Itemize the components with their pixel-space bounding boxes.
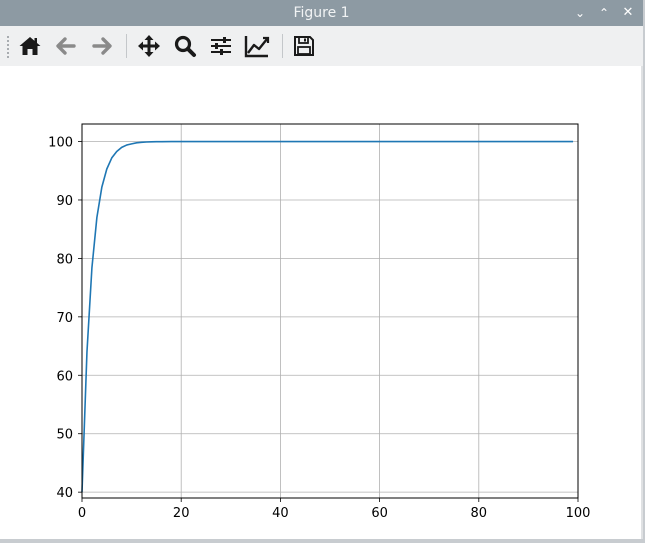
axes-frame [81, 123, 579, 499]
y-tick-label: 70 [56, 311, 73, 326]
forward-button[interactable] [89, 33, 115, 59]
edit-axes-button[interactable] [244, 33, 270, 59]
x-tick-label: 20 [173, 506, 190, 521]
y-tick-label: 40 [56, 486, 73, 501]
maximize-button[interactable]: ⌃ [594, 3, 614, 23]
sliders-icon [211, 37, 231, 55]
canvas-right-edge [641, 66, 643, 539]
x-tick-label: 0 [78, 506, 86, 521]
magnifier-icon [174, 35, 196, 57]
toolbar-grip[interactable] [7, 36, 11, 58]
plot-area[interactable]: 0 20 40 60 80 100 40 50 60 70 80 90 100 [0, 66, 643, 539]
navigation-toolbar [0, 26, 643, 66]
back-button[interactable] [53, 33, 79, 59]
y-tick-label: 80 [56, 252, 73, 267]
move-icon [138, 35, 160, 57]
x-tick-label: 100 [566, 506, 591, 521]
minimize-button[interactable]: ⌄ [570, 3, 590, 23]
toolbar-separator [282, 34, 283, 58]
figure-canvas[interactable]: 0 20 40 60 80 100 40 50 60 70 80 90 100 [0, 66, 643, 539]
configure-subplots-button[interactable] [208, 33, 234, 59]
x-tick-label: 40 [272, 506, 289, 521]
toolbar-separator [126, 34, 127, 58]
figure-window: Figure 1 ⌄ ⌃ ✕ 0 20 40 60 80 100 40 50 6… [0, 0, 643, 539]
y-tick-label: 100 [48, 136, 73, 151]
line-chart-icon [244, 36, 270, 58]
y-tick-label: 60 [56, 369, 73, 384]
title-bar[interactable]: Figure 1 ⌄ ⌃ ✕ [0, 0, 643, 26]
x-tick-label: 80 [471, 506, 488, 521]
floppy-disk-icon [294, 36, 314, 56]
y-tick-label: 90 [56, 194, 73, 209]
pan-button[interactable] [136, 33, 162, 59]
arrow-left-icon [56, 37, 76, 55]
window-title: Figure 1 [293, 5, 350, 21]
home-icon [19, 37, 41, 55]
y-tick-label: 50 [56, 428, 73, 443]
close-button[interactable]: ✕ [618, 3, 638, 23]
home-button[interactable] [17, 33, 43, 59]
zoom-button[interactable] [172, 33, 198, 59]
x-tick-label: 60 [371, 506, 388, 521]
save-button[interactable] [291, 33, 317, 59]
arrow-right-icon [92, 37, 112, 55]
